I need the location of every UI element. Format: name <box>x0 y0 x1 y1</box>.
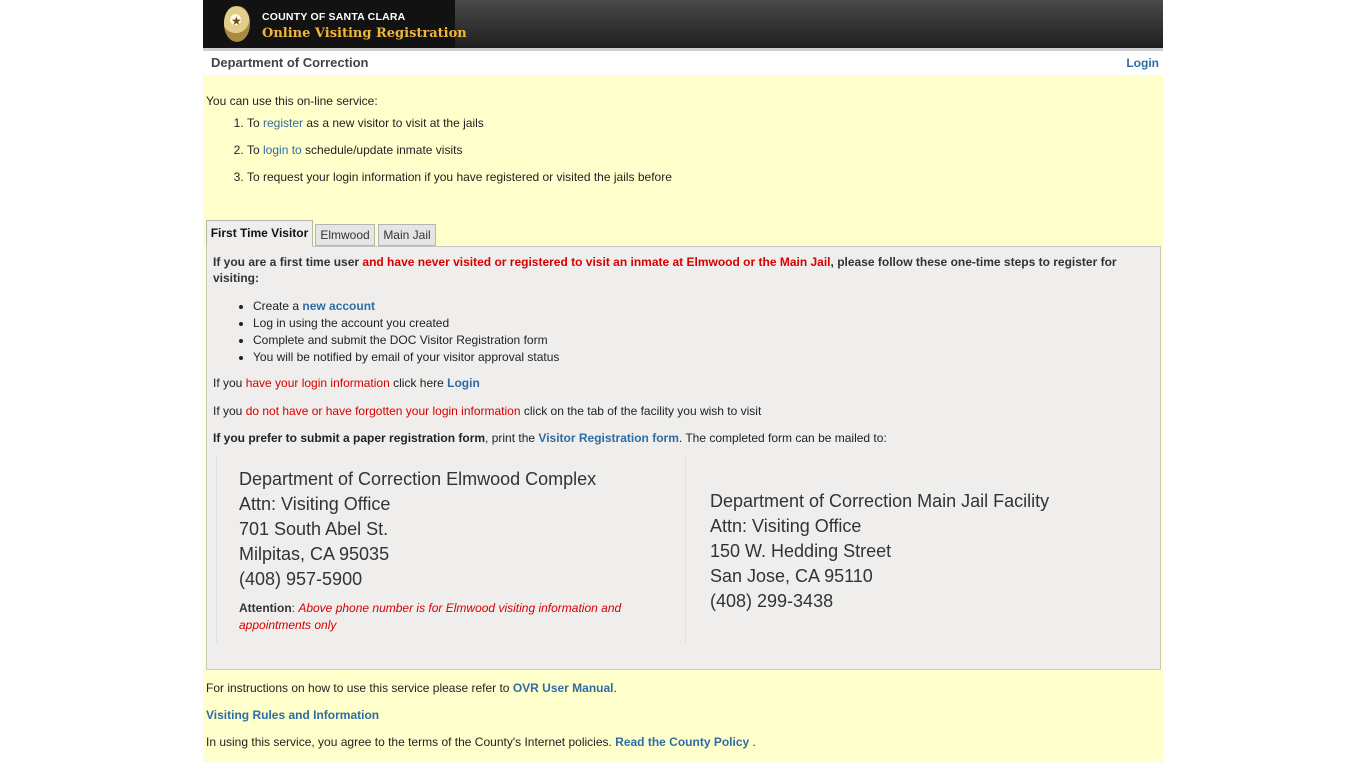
register-link[interactable]: register <box>263 116 303 130</box>
new-account-link[interactable]: new account <box>302 299 375 313</box>
main-jail-street: 150 W. Hedding Street <box>710 541 892 561</box>
content-area: You can use this on-line service: To reg… <box>203 75 1163 762</box>
main-jail-city: San Jose, CA 95110 <box>710 566 873 586</box>
main-jail-address: Department of Correction Main Jail Facil… <box>710 489 1049 614</box>
rules-line: Visiting Rules and Information <box>206 708 379 722</box>
main-jail-name: Department of Correction Main Jail Facil… <box>710 491 1050 511</box>
app-title: Online Visiting Registration <box>262 26 467 41</box>
elmwood-address: Department of Correction Elmwood Complex… <box>216 457 686 643</box>
department-title: Department of Correction <box>211 55 369 70</box>
visitor-registration-form-link[interactable]: Visitor Registration form <box>538 431 678 445</box>
manual-line: For instructions on how to use this serv… <box>206 681 617 695</box>
login-to-link[interactable]: login to <box>263 143 302 157</box>
step-login: To login to schedule/update inmate visit… <box>247 143 1147 157</box>
first-time-visitor-panel: If you are a first time user and have ne… <box>206 246 1161 670</box>
elmwood-city: Milpitas, CA 95035 <box>239 544 390 564</box>
service-steps: To register as a new visitor to visit at… <box>203 116 1147 197</box>
brand-logo[interactable]: ★ COUNTY OF SANTA CLARA Online Visiting … <box>203 0 467 52</box>
registration-steps: Create a new account Log in using the ac… <box>207 298 559 366</box>
main-jail-attn: Attn: Visiting Office <box>710 516 862 536</box>
step-register: To register as a new visitor to visit at… <box>247 116 1147 130</box>
forgot-login-line: If you do not have or have forgotten you… <box>213 404 762 418</box>
step-request-login: To request your login information if you… <box>247 170 1147 184</box>
policy-line: In using this service, you agree to the … <box>206 735 756 749</box>
login-info-line: If you have your login information click… <box>213 376 480 390</box>
login-link-header[interactable]: Login <box>1126 56 1159 70</box>
visiting-rules-link[interactable]: Visiting Rules and Information <box>206 708 379 722</box>
elmwood-name: Department of Correction Elmwood Complex <box>239 469 597 489</box>
first-time-instructions: If you are a first time user and have ne… <box>213 255 1117 285</box>
intro-text: You can use this on-line service: <box>206 94 378 108</box>
list-item: Log in using the account you created <box>253 315 559 332</box>
tab-elmwood[interactable]: Elmwood <box>315 224 375 246</box>
ovr-user-manual-link[interactable]: OVR User Manual <box>513 681 614 695</box>
elmwood-attention-note: Attention: Above phone number is for Elm… <box>239 601 622 632</box>
list-item: Complete and submit the DOC Visitor Regi… <box>253 332 559 349</box>
list-item: Create a new account <box>253 298 559 315</box>
header-banner: ★ COUNTY OF SANTA CLARA Online Visiting … <box>203 0 1163 52</box>
main-jail-phone: (408) 299-3438 <box>710 591 834 611</box>
tab-main-jail[interactable]: Main Jail <box>378 224 436 246</box>
county-policy-link[interactable]: Read the County Policy <box>615 735 749 749</box>
subheader: Department of Correction Login <box>203 48 1163 75</box>
list-item: You will be notified by email of your vi… <box>253 349 559 366</box>
elmwood-street: 701 South Abel St. <box>239 519 389 539</box>
elmwood-attn: Attn: Visiting Office <box>239 494 391 514</box>
sheriff-badge-icon: ★ <box>224 6 250 42</box>
page: ★ COUNTY OF SANTA CLARA Online Visiting … <box>203 0 1163 762</box>
login-link-panel[interactable]: Login <box>447 376 480 390</box>
elmwood-phone: (408) 957-5900 <box>239 569 363 589</box>
paper-form-line: If you prefer to submit a paper registra… <box>213 431 887 445</box>
tab-first-time-visitor[interactable]: First Time Visitor <box>206 220 313 247</box>
county-name: COUNTY OF SANTA CLARA <box>262 11 406 23</box>
